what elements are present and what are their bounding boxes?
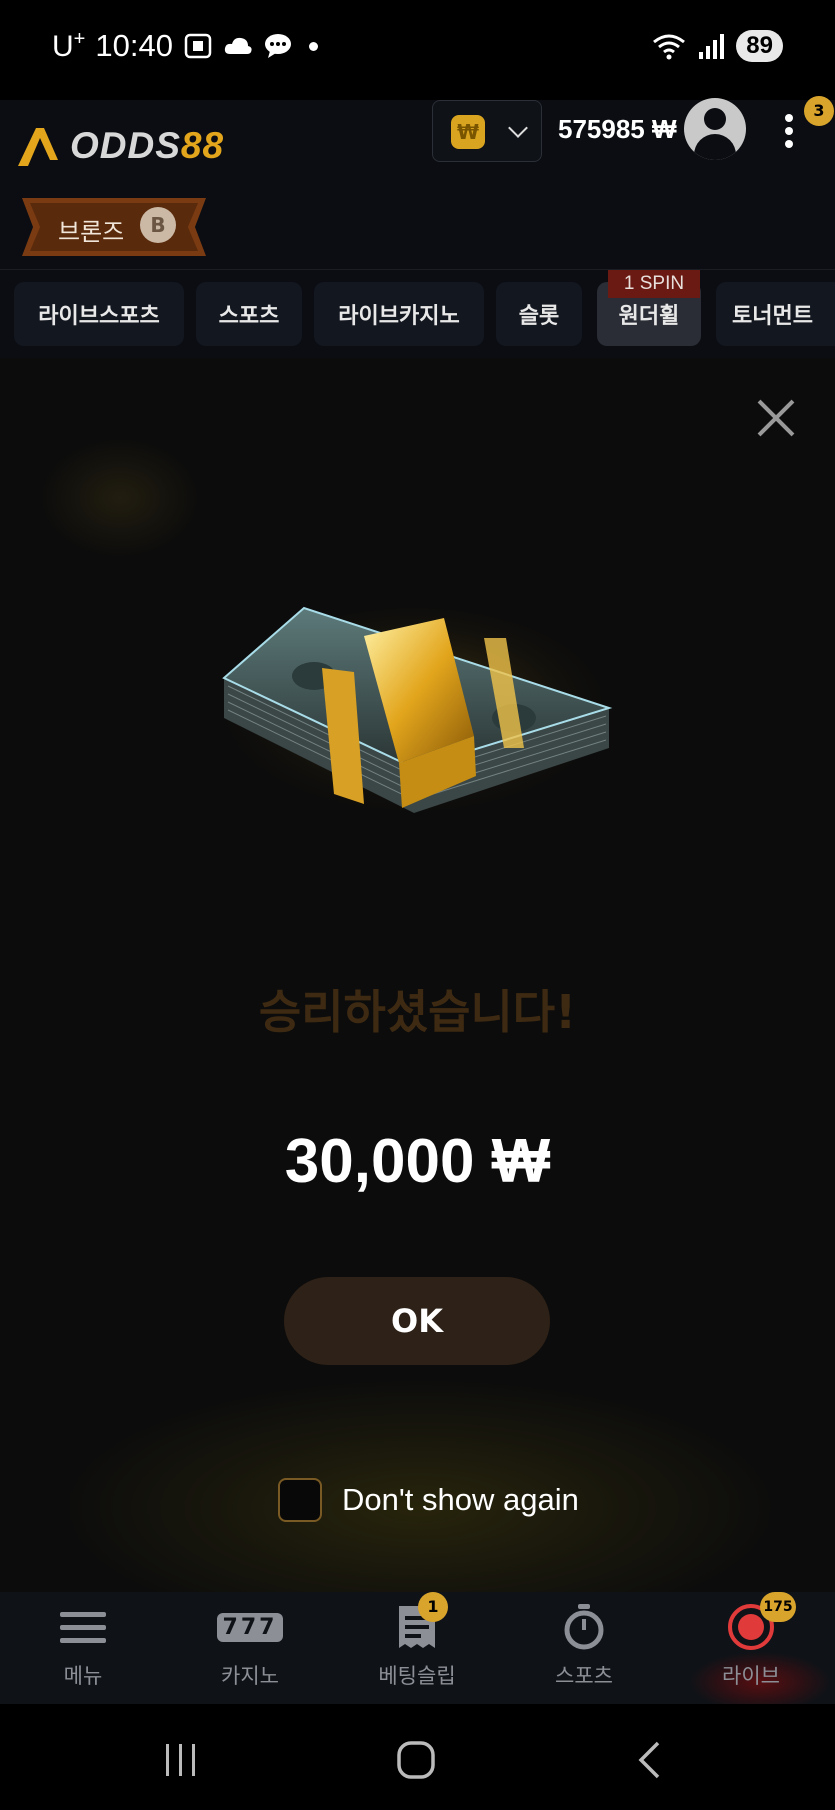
screenshot-icon (184, 33, 212, 59)
signal-icon (699, 34, 725, 59)
tab-live-casino[interactable]: 라이브카지노 (314, 282, 484, 346)
clock: 10:40 (95, 28, 173, 63)
rank-ribbon[interactable]: 브론즈 B (22, 198, 206, 256)
chevron-down-icon (508, 118, 528, 138)
status-bar: U+ 10:40 89 (0, 0, 835, 100)
dont-show-checkbox[interactable] (278, 1478, 322, 1522)
spin-badge: 1 SPIN (608, 270, 700, 298)
cash-stack-icon (214, 606, 614, 828)
home-icon[interactable] (396, 1740, 436, 1780)
notification-badge: 3 (804, 96, 834, 126)
prize-amount: 30,000 ₩ (284, 1127, 551, 1196)
avatar[interactable] (684, 98, 746, 160)
won-coin-icon: ₩ (451, 115, 485, 149)
bottom-nav: 메뉴 777 카지노 1 베팅슬립 스포츠 175 라이브 (0, 1592, 835, 1712)
tab-sports[interactable]: 스포츠 (196, 282, 302, 346)
menu-icon (60, 1612, 106, 1643)
battery-level: 89 (736, 30, 783, 62)
dot-icon (308, 41, 318, 51)
chat-bubble-icon (264, 34, 291, 58)
dont-show-again[interactable]: Don't show again (278, 1478, 579, 1522)
rank-bar: 브론즈 B (0, 198, 835, 270)
recent-apps-icon[interactable] (163, 1742, 199, 1778)
ok-button[interactable]: OK (284, 1277, 550, 1365)
tab-tournament[interactable]: 토너먼트 (716, 282, 835, 346)
live-badge: 175 (760, 1592, 796, 1622)
nav-live[interactable]: 175 라이브 (676, 1592, 826, 1690)
bronze-coin-icon: B (140, 207, 176, 243)
betslip-badge: 1 (418, 1592, 448, 1622)
win-title: 승리하셨습니다! (258, 985, 577, 1039)
back-icon[interactable] (636, 1740, 662, 1780)
close-icon[interactable] (754, 396, 798, 440)
cloud-icon (224, 37, 252, 54)
app-header: ODDS88 ₩ 575985 ₩ 3 (0, 96, 835, 198)
stopwatch-icon (564, 1604, 604, 1650)
category-tabs: 라이브스포츠 스포츠 라이브카지노 슬롯 원더휠 1 SPIN 토너먼트 (0, 270, 835, 358)
currency-selector[interactable]: ₩ (432, 100, 542, 162)
balance-display: 575985 ₩ (558, 114, 677, 144)
system-nav-bar (0, 1704, 835, 1810)
nav-betslip[interactable]: 1 베팅슬립 (342, 1592, 492, 1690)
win-popup: 승리하셨습니다! 30,000 ₩ OK Don't show again (0, 358, 835, 1592)
more-menu-icon[interactable] (783, 114, 795, 148)
tab-slots[interactable]: 슬롯 (496, 282, 582, 346)
nav-casino[interactable]: 777 카지노 (175, 1602, 325, 1690)
dont-show-label: Don't show again (342, 1482, 579, 1517)
tab-live-sports[interactable]: 라이브스포츠 (14, 282, 184, 346)
rank-label: 브론즈 (58, 218, 125, 246)
nav-sports[interactable]: 스포츠 (509, 1602, 659, 1690)
slot-777-icon: 777 (216, 1612, 284, 1642)
nav-menu[interactable]: 메뉴 (8, 1602, 158, 1690)
wifi-icon (653, 34, 686, 60)
carrier-label: U+ (52, 28, 86, 63)
